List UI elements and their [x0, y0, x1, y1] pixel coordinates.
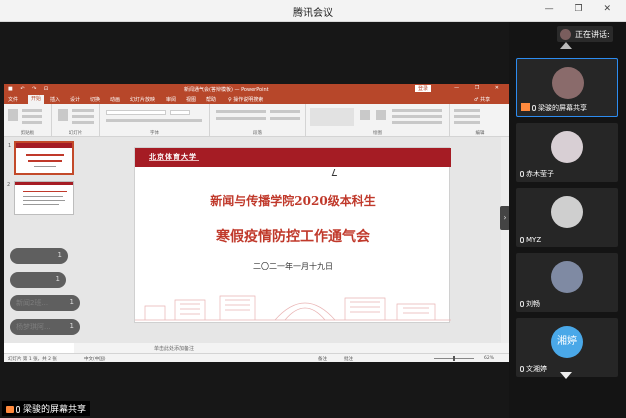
participant-tile[interactable]: 湘婷 文湘婷: [516, 318, 618, 377]
avatar: [551, 131, 583, 163]
quick-styles-icon[interactable]: [376, 110, 386, 120]
status-bar: 幻灯片 第 1 张，共 2 张 中文(中国) 备注 批注 62%: [4, 353, 510, 362]
scroll-up-icon[interactable]: [560, 42, 572, 49]
ribbon-group-label: 段落: [253, 131, 262, 136]
microphone-icon: [532, 105, 536, 111]
tab-insert[interactable]: 插入: [50, 96, 60, 103]
ribbon-group-clipboard: 剪贴板: [4, 104, 52, 137]
slide-count-status: 幻灯片 第 1 张，共 2 张: [8, 357, 57, 362]
comments-button[interactable]: 批注: [344, 356, 353, 362]
participant-name: MYZ: [520, 236, 541, 244]
tab-home[interactable]: 开始: [28, 95, 45, 104]
ribbon-tabs: 文件 开始 插入 设计 切换 动画 幻灯片放映 审阅 视图 帮助 ♀ 操作说明搜…: [4, 95, 510, 104]
font-name-box[interactable]: [106, 110, 166, 115]
microphone-icon: [520, 237, 524, 243]
slide-number: 1: [8, 143, 12, 149]
participant-name: 刘畅: [520, 299, 540, 309]
tab-slideshow[interactable]: 幻灯片放映: [130, 96, 155, 103]
participant-tile[interactable]: 赤木莹子: [516, 123, 618, 182]
font-size-box[interactable]: [170, 110, 190, 115]
notification-pill[interactable]: 新闻2班... 1: [10, 295, 80, 311]
slide-thumbnail[interactable]: 2: [7, 181, 74, 215]
tab-view[interactable]: 视图: [186, 96, 196, 103]
notes-pane[interactable]: 单击此处添加备注: [74, 343, 510, 353]
zoom-slider-handle[interactable]: [453, 356, 455, 361]
ribbon-group-label: 剪贴板: [20, 131, 35, 136]
avatar: 湘婷: [551, 326, 583, 358]
microphone-icon: [520, 171, 524, 177]
mouse-cursor-icon: [331, 169, 340, 176]
notification-count: 1: [69, 322, 74, 330]
avatar: [551, 196, 583, 228]
window-controls[interactable]: — ❐ ✕: [545, 4, 620, 14]
window-title: 腾讯会议: [293, 8, 333, 19]
notification-pill[interactable]: 杨梦琪阿... 1: [10, 319, 80, 335]
participant-panel: 正在讲话: 梁骏的屏幕共享 赤木莹子 MYZ 刘畅 湘婷 文湘婷: [509, 22, 626, 418]
tab-file[interactable]: 文件: [8, 96, 18, 103]
screen-share-icon: [521, 103, 530, 111]
ppt-titlebar: ■ ↶ ↷ ⊡ 新闻通气会(答辩模板) — PowerPoint 登录 — ❐ …: [4, 84, 510, 95]
ribbon-group-label: 字体: [150, 131, 159, 136]
avatar: [552, 67, 584, 99]
notification-count: 1: [55, 275, 60, 283]
notification-count: 1: [69, 298, 74, 306]
tab-help[interactable]: 帮助: [206, 96, 216, 103]
slide-editor: 北京体育大学 新闻与传播学院2020级本科生 寒假疫情防控工作通气会 二〇二一年…: [74, 137, 501, 343]
slide-title-line-2: 寒假疫情防控工作通气会: [216, 229, 370, 245]
ribbon-group-label: 绘图: [373, 131, 382, 136]
slide-number: 2: [7, 182, 11, 188]
ribbon-group-slides: 幻灯片: [52, 104, 100, 137]
ppt-window-controls[interactable]: — ❐ ✕: [454, 85, 506, 91]
slide-title-line-1: 新闻与传播学院2020级本科生: [210, 194, 376, 208]
ribbon-group-font: 字体: [100, 104, 210, 137]
screen-share-label: 梁骏的屏幕共享: [2, 401, 91, 416]
ppt-document-title: 新闻通气会(答辩模板) — PowerPoint: [184, 87, 269, 93]
slide-thumbnail[interactable]: 1: [8, 141, 74, 175]
current-slide[interactable]: 北京体育大学 新闻与传播学院2020级本科生 寒假疫情防控工作通气会 二〇二一年…: [134, 147, 451, 323]
tab-review[interactable]: 审阅: [166, 96, 176, 103]
new-slide-icon[interactable]: [58, 109, 68, 121]
ribbon-group-editing: 编辑: [450, 104, 510, 137]
notification-pill[interactable]: 1: [10, 272, 66, 288]
campus-illustration: [135, 295, 451, 321]
avatar: [560, 29, 571, 40]
participant-name: 文湘婷: [520, 364, 547, 374]
ribbon-group-paragraph: 段落: [210, 104, 306, 137]
tell-me-search[interactable]: ♀ 操作说明搜索: [228, 96, 263, 103]
notification-pill[interactable]: 1: [10, 248, 68, 264]
participant-tile[interactable]: 刘畅: [516, 253, 618, 312]
notes-button[interactable]: 备注: [318, 356, 327, 362]
slide-date: 二〇二一年一月十九日: [253, 262, 333, 271]
share-button[interactable]: ♂ 共享: [474, 96, 490, 103]
ribbon: 剪贴板 幻灯片 字体 段落 绘图 编辑: [4, 104, 510, 137]
microphone-icon: [520, 301, 524, 307]
avatar: [551, 261, 583, 293]
participant-name: 梁骏的屏幕共享: [521, 103, 587, 113]
participant-name: 赤木莹子: [520, 169, 554, 179]
participant-tile[interactable]: 梁骏的屏幕共享: [516, 58, 618, 117]
powerpoint-window: ■ ↶ ↷ ⊡ 新闻通气会(答辩模板) — PowerPoint 登录 — ❐ …: [4, 84, 510, 362]
microphone-icon: [16, 406, 20, 413]
ribbon-group-label: 幻灯片: [68, 131, 83, 136]
window-titlebar: 腾讯会议 — ❐ ✕: [0, 0, 626, 22]
speaking-indicator: 正在讲话:: [557, 26, 613, 42]
login-button[interactable]: 登录: [415, 85, 432, 92]
tab-animations[interactable]: 动画: [110, 96, 120, 103]
language-status: 中文(中国): [84, 357, 106, 362]
slide-thumbnail-pane: 1 2: [4, 137, 74, 343]
paste-icon[interactable]: [8, 109, 18, 121]
microphone-icon: [520, 366, 524, 372]
zoom-level[interactable]: 62%: [484, 356, 494, 361]
screen-share-icon: [6, 406, 14, 413]
arrange-icon[interactable]: [360, 110, 370, 120]
scroll-down-icon[interactable]: [560, 372, 572, 379]
notification-count: 1: [57, 251, 62, 259]
participant-tile[interactable]: MYZ: [516, 188, 618, 247]
ribbon-group-label: 编辑: [475, 131, 485, 136]
shapes-gallery[interactable]: [310, 108, 354, 126]
tab-design[interactable]: 设计: [70, 96, 80, 103]
tab-transitions[interactable]: 切换: [90, 96, 100, 103]
ribbon-group-drawing: 绘图: [306, 104, 450, 137]
quick-access-toolbar[interactable]: ■ ↶ ↷ ⊡: [8, 86, 51, 92]
